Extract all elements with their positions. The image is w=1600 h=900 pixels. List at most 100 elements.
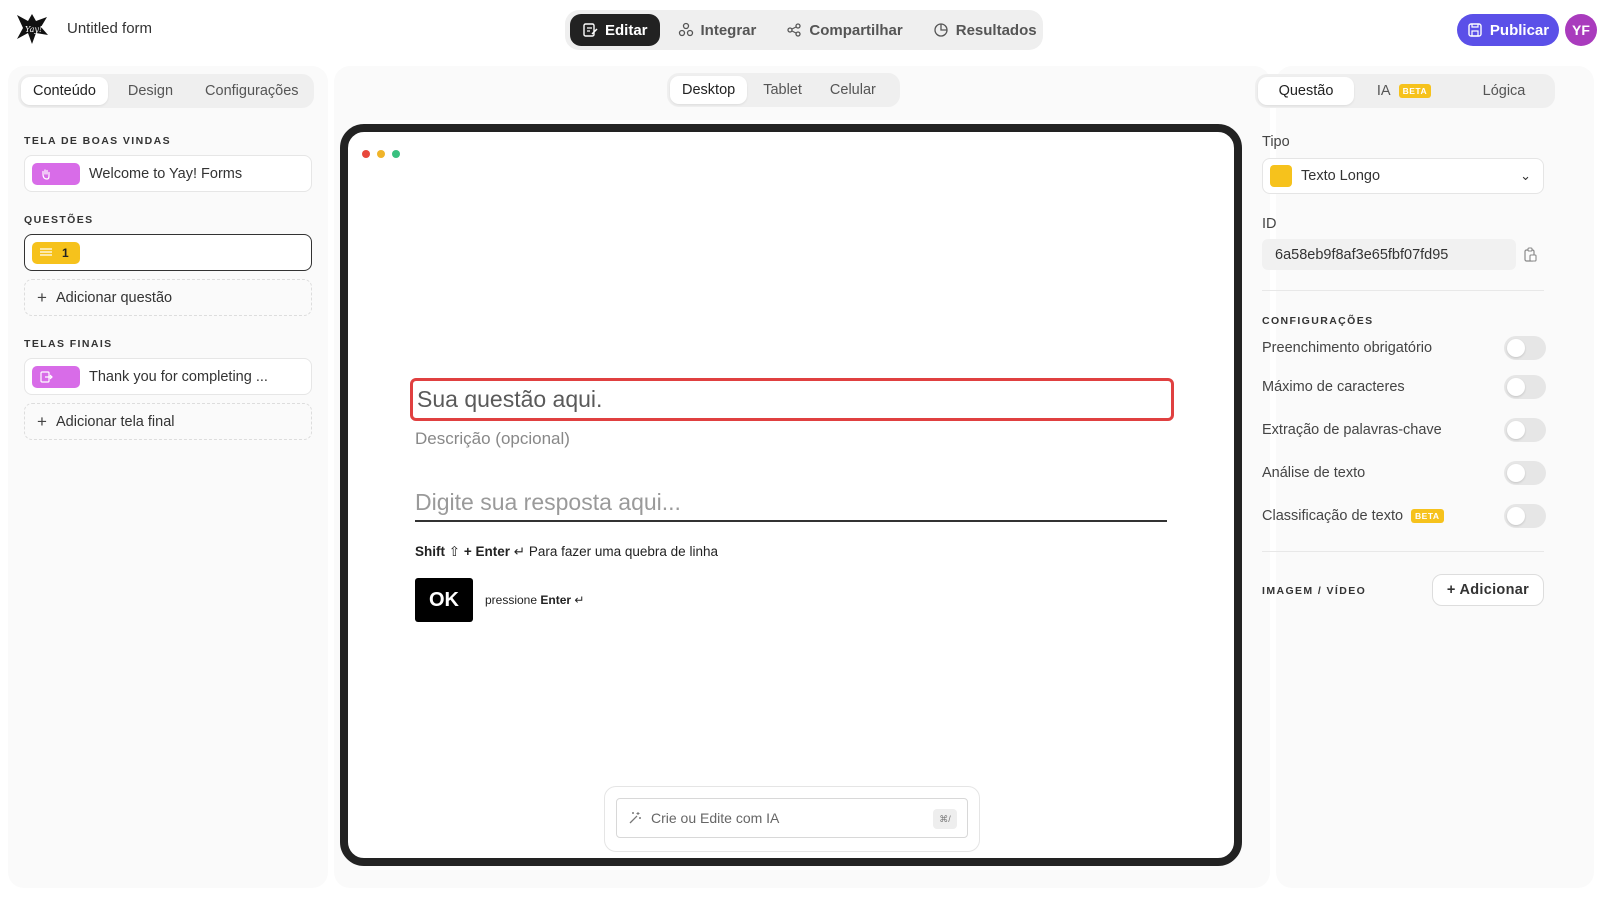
maximize-dot-icon: [392, 150, 400, 158]
long-text-icon: [1270, 165, 1292, 187]
top-bar: Yay! Untitled form Editar Integrar Compa…: [0, 0, 1600, 62]
hint-enter: + Enter: [463, 544, 510, 559]
tab-resultados[interactable]: Resultados: [921, 14, 1049, 46]
toggle-label: Análise de texto: [1262, 465, 1366, 481]
tab-logica[interactable]: Lógica: [1464, 77, 1544, 105]
avatar[interactable]: YF: [1565, 14, 1597, 46]
divider: [1262, 290, 1544, 291]
add-media-button[interactable]: + Adicionar: [1432, 574, 1544, 606]
press-enter-hint: pressione Enter ↵: [485, 593, 584, 607]
tab-conteudo[interactable]: Conteúdo: [21, 77, 108, 105]
end-screens-section-label: TELAS FINAIS: [24, 338, 113, 350]
tab-integrar-label: Integrar: [700, 21, 757, 39]
hint-shift: Shift: [415, 544, 445, 559]
content-panel: Conteúdo Design Configurações TELA DE BO…: [8, 66, 328, 888]
properties-tabs: Questão IA BETA Lógica: [1255, 74, 1555, 108]
required-toggle[interactable]: [1504, 336, 1546, 360]
close-dot-icon: [362, 150, 370, 158]
long-text-icon: [40, 247, 52, 256]
save-icon: [1468, 23, 1482, 37]
toggle-label: Extração de palavras-chave: [1262, 422, 1442, 438]
magic-wand-icon: [629, 812, 641, 824]
type-value: Texto Longo: [1301, 168, 1381, 184]
press-key: Enter: [540, 593, 572, 607]
classification-toggle[interactable]: [1504, 504, 1546, 528]
press-text: pressione: [485, 593, 538, 607]
id-field[interactable]: 6a58eb9f8af3e65fbf07fd95: [1262, 239, 1516, 270]
enter-icon: ↵: [574, 593, 585, 607]
question-badge: 1: [32, 241, 80, 264]
divider: [1262, 551, 1544, 552]
tab-celular[interactable]: Celular: [818, 76, 888, 104]
answer-input[interactable]: Digite sua resposta aqui...: [415, 489, 1167, 522]
edit-icon: [583, 23, 598, 37]
toggle-row-analysis: Análise de texto: [1262, 461, 1546, 485]
keywords-toggle[interactable]: [1504, 418, 1546, 442]
tab-design[interactable]: Design: [116, 77, 185, 105]
media-section-label: IMAGEM / VÍDEO: [1262, 585, 1367, 597]
toggle-label: Classificação de texto: [1262, 508, 1404, 524]
type-select[interactable]: Texto Longo ⌄: [1262, 158, 1544, 194]
toggle-label: Máximo de caracteres: [1262, 379, 1405, 395]
question-card[interactable]: 1: [24, 234, 312, 271]
content-tabs: Conteúdo Design Configurações: [18, 74, 314, 108]
plus-icon: +: [37, 287, 47, 307]
publish-label: Publicar: [1489, 21, 1550, 39]
settings-section-label: CONFIGURAÇÕES: [1262, 315, 1374, 327]
exit-icon: [40, 370, 53, 383]
tab-desktop[interactable]: Desktop: [670, 76, 748, 104]
tab-tablet[interactable]: Tablet: [751, 76, 814, 104]
publish-button[interactable]: Publicar: [1457, 14, 1559, 46]
tab-compartilhar-label: Compartilhar: [809, 21, 903, 39]
device-preview-frame: Sua questão aqui. Descrição (opcional) D…: [340, 124, 1242, 866]
end-badge: [32, 365, 80, 388]
tab-configuracoes[interactable]: Configurações: [193, 77, 311, 105]
svg-text:Yay!: Yay!: [25, 25, 42, 34]
copy-icon[interactable]: [1522, 247, 1538, 263]
type-label: Tipo: [1262, 134, 1290, 150]
add-question-button[interactable]: + Adicionar questão: [24, 279, 312, 316]
tab-integrar[interactable]: Integrar: [666, 14, 769, 46]
questions-section-label: QUESTÕES: [24, 214, 94, 226]
minimize-dot-icon: [377, 150, 385, 158]
tab-resultados-label: Resultados: [955, 21, 1037, 39]
ai-bar-container: Crie ou Edite com IA ⌘/: [604, 786, 980, 852]
welcome-screen-card[interactable]: Welcome to Yay! Forms: [24, 155, 312, 192]
line-break-hint: Shift ⇧ + Enter ↵ Para fazer uma quebra …: [415, 544, 718, 560]
toggle-row-max-chars: Máximo de caracteres: [1262, 375, 1546, 399]
enter-icon: ↵: [513, 544, 526, 559]
tab-compartilhar[interactable]: Compartilhar: [774, 14, 914, 46]
ai-shortcut: ⌘/: [933, 809, 957, 829]
share-icon: [787, 23, 802, 37]
id-label: ID: [1262, 216, 1277, 232]
hint-text: Para fazer uma quebra de linha: [528, 544, 718, 559]
add-question-label: Adicionar questão: [56, 289, 173, 306]
device-tabs: Desktop Tablet Celular: [667, 73, 900, 107]
mode-tabs: Editar Integrar Compartilhar Resultados: [565, 10, 1043, 50]
question-title-input[interactable]: Sua questão aqui.: [410, 378, 1174, 421]
welcome-section-label: TELA DE BOAS VINDAS: [24, 135, 171, 147]
end-screen-card[interactable]: Thank you for completing ...: [24, 358, 312, 395]
tab-editar[interactable]: Editar: [570, 14, 660, 46]
question-number: 1: [62, 245, 69, 260]
hand-icon: [42, 168, 50, 180]
tab-ia-label: IA: [1376, 83, 1391, 99]
ai-edit-input[interactable]: Crie ou Edite com IA ⌘/: [616, 798, 968, 838]
welcome-badge: [32, 162, 80, 185]
ok-button[interactable]: OK: [415, 578, 473, 622]
analysis-toggle[interactable]: [1504, 461, 1546, 485]
max-chars-toggle[interactable]: [1504, 375, 1546, 399]
question-description-input[interactable]: Descrição (opcional): [415, 429, 570, 449]
add-end-screen-button[interactable]: + Adicionar tela final: [24, 403, 312, 440]
yay-logo-icon[interactable]: Yay!: [14, 11, 50, 47]
welcome-card-label: Welcome to Yay! Forms: [89, 165, 243, 182]
tab-ia[interactable]: IA BETA: [1364, 77, 1444, 105]
beta-badge: BETA: [1398, 84, 1432, 98]
toggle-row-classification: Classificação de texto BETA: [1262, 504, 1546, 528]
form-title[interactable]: Untitled form: [67, 20, 152, 37]
plus-icon: +: [37, 411, 47, 431]
tab-editar-label: Editar: [605, 21, 648, 39]
toggle-row-required: Preenchimento obrigatório: [1262, 336, 1546, 360]
beta-badge: BETA: [1411, 509, 1444, 523]
tab-questao[interactable]: Questão: [1258, 77, 1354, 105]
